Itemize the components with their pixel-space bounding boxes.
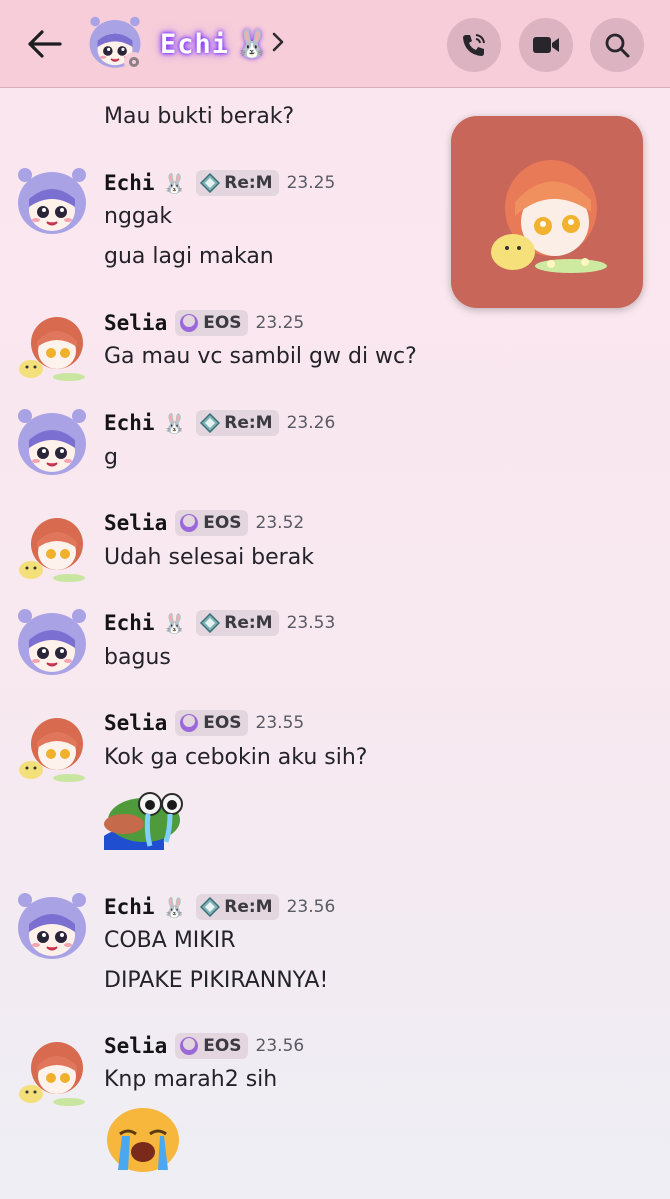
search-icon: [605, 33, 630, 58]
voice-call-icon: [463, 34, 485, 56]
message-text: Mau bukti berak?: [104, 104, 295, 129]
message-header: Selia EOS 23.52: [104, 507, 304, 539]
voice-call-button[interactable]: [447, 18, 501, 72]
server-tag-label: Re:M: [224, 413, 273, 433]
crescent-moon-icon: [180, 714, 199, 732]
bunny-emoji-icon: 🐰: [235, 29, 270, 60]
server-tag[interactable]: EOS: [175, 510, 248, 536]
diamond-icon: [200, 413, 221, 433]
header-title[interactable]: Echi 🐰: [160, 24, 270, 64]
header-title-text: Echi: [160, 28, 230, 60]
message-header: Echi 🐰 Re:M 23.26: [104, 407, 335, 439]
server-tag-label: EOS: [203, 313, 242, 333]
diamond-icon: [200, 897, 221, 917]
crying-frog-sticker[interactable]: [104, 788, 184, 854]
bunny-emoji-icon: 🐰: [162, 612, 187, 635]
message-header: Selia EOS 23.55: [104, 707, 304, 739]
message-text: bagus: [104, 645, 171, 670]
avatar-echi[interactable]: [13, 604, 91, 682]
message-text: Knp marah2 sih: [104, 1067, 278, 1092]
message-header: Selia EOS 23.56: [104, 1030, 304, 1062]
timestamp: 23.26: [286, 413, 336, 433]
username[interactable]: Echi: [104, 411, 155, 435]
username[interactable]: Selia: [104, 311, 167, 335]
username[interactable]: Echi: [104, 611, 155, 635]
bunny-emoji-icon: 🐰: [162, 896, 187, 919]
timestamp: 23.25: [255, 313, 305, 333]
bunny-emoji-icon: 🐰: [162, 412, 187, 435]
video-call-button[interactable]: [519, 18, 573, 72]
server-tag-label: EOS: [203, 713, 242, 733]
message-text: Udah selesai berak: [104, 545, 314, 570]
timestamp: 23.52: [255, 513, 305, 533]
call-preview-tile[interactable]: [451, 116, 643, 308]
server-tag[interactable]: Re:M: [196, 410, 279, 436]
avatar-selia[interactable]: [13, 708, 91, 786]
message-text: Ga mau vc sambil gw di wc?: [104, 344, 417, 369]
message-header: Echi 🐰 Re:M 23.56: [104, 891, 335, 923]
avatar-selia[interactable]: [13, 1032, 91, 1110]
server-tag-label: EOS: [203, 513, 242, 533]
bunny-emoji-icon: 🐰: [162, 172, 187, 195]
video-call-icon: [533, 37, 559, 53]
username[interactable]: Selia: [104, 1034, 167, 1058]
search-button[interactable]: [590, 18, 644, 72]
back-arrow-icon: [28, 30, 62, 58]
message-text: gua lagi makan: [104, 244, 274, 269]
server-tag-label: Re:M: [224, 897, 273, 917]
message-text: Kok ga cebokin aku sih?: [104, 745, 368, 770]
server-tag[interactable]: Re:M: [196, 610, 279, 636]
timestamp: 23.25: [286, 173, 336, 193]
server-tag-label: Re:M: [224, 173, 273, 193]
server-tag[interactable]: Re:M: [196, 894, 279, 920]
chat-header: Echi 🐰: [0, 0, 670, 88]
server-tag-label: Re:M: [224, 613, 273, 633]
server-tag[interactable]: EOS: [175, 710, 248, 736]
username[interactable]: Echi: [104, 171, 155, 195]
username[interactable]: Echi: [104, 895, 155, 919]
message-header: Selia EOS 23.25: [104, 307, 304, 339]
back-button[interactable]: [22, 26, 66, 62]
avatar-echi[interactable]: [13, 404, 91, 482]
call-participant-avatar: [491, 160, 607, 273]
crescent-moon-icon: [180, 314, 199, 332]
crescent-moon-icon: [180, 514, 199, 532]
diamond-icon: [200, 173, 221, 193]
username[interactable]: Selia: [104, 511, 167, 535]
message-header: Echi 🐰 Re:M 23.53: [104, 607, 335, 639]
server-tag[interactable]: EOS: [175, 310, 248, 336]
crescent-moon-icon: [180, 1037, 199, 1055]
message-text: DIPAKE PIKIRANNYA!: [104, 968, 329, 993]
server-tag[interactable]: Re:M: [196, 170, 279, 196]
message-text: g: [104, 445, 118, 470]
sobbing-face-sticker[interactable]: [104, 1104, 182, 1178]
message-header: Echi 🐰 Re:M 23.25: [104, 167, 335, 199]
avatar-selia[interactable]: [13, 307, 91, 385]
diamond-icon: [200, 613, 221, 633]
message-text: COBA MIKIR: [104, 928, 236, 953]
status-indicator-icon: [124, 52, 144, 72]
avatar-selia[interactable]: [13, 508, 91, 586]
username[interactable]: Selia: [104, 711, 167, 735]
timestamp: 23.56: [286, 897, 336, 917]
avatar-echi[interactable]: [13, 888, 91, 966]
chevron-right-icon[interactable]: [268, 30, 288, 54]
timestamp: 23.53: [286, 613, 336, 633]
message-text: nggak: [104, 204, 173, 229]
avatar-echi[interactable]: [13, 163, 91, 241]
server-tag[interactable]: EOS: [175, 1033, 248, 1059]
timestamp: 23.56: [255, 1036, 305, 1056]
server-tag-label: EOS: [203, 1036, 242, 1056]
timestamp: 23.55: [255, 713, 305, 733]
